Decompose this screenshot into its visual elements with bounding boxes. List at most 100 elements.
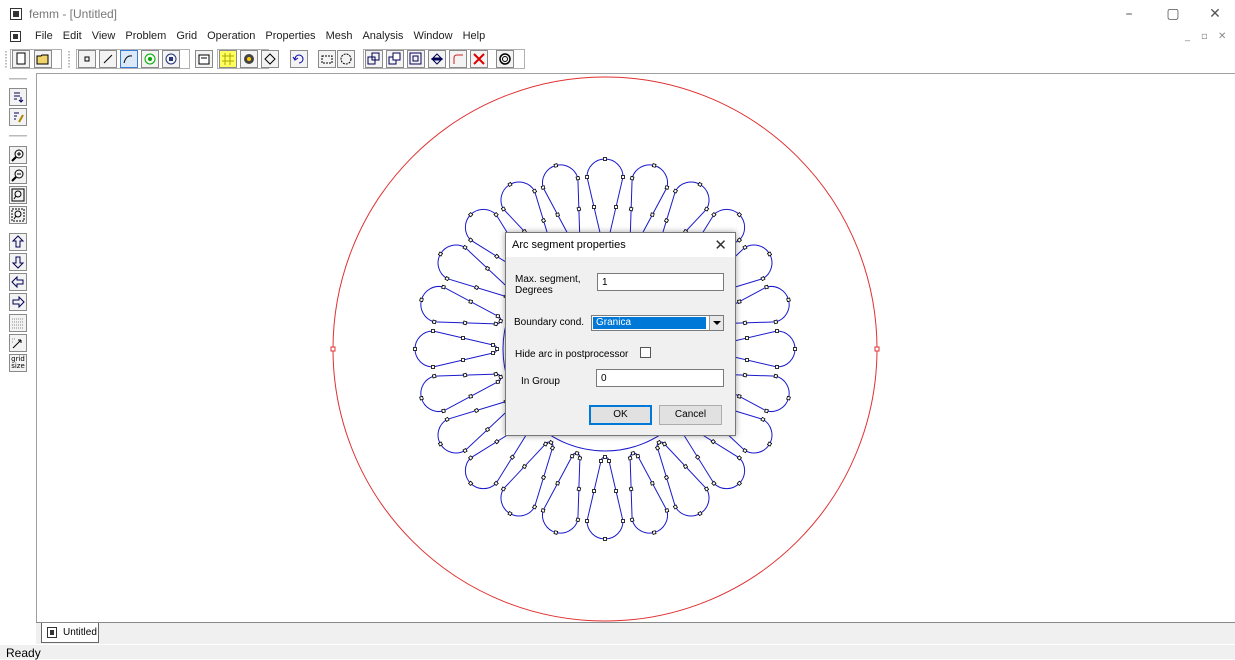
- document-tab[interactable]: Untitled: [41, 623, 99, 643]
- geometry-node: [654, 445, 661, 451]
- menu-operation[interactable]: Operation: [202, 30, 260, 42]
- geometry-node: [553, 163, 559, 168]
- menu-mesh[interactable]: Mesh: [321, 30, 358, 42]
- geometry-node: [419, 297, 424, 303]
- geometry-node: [431, 373, 437, 379]
- undo-icon[interactable]: [290, 50, 308, 68]
- grid-icon[interactable]: [219, 50, 237, 68]
- boundary-icon[interactable]: [261, 50, 279, 68]
- geometry-node: [585, 175, 589, 179]
- mesh-icon[interactable]: [496, 50, 514, 68]
- geometry-node: [473, 284, 480, 291]
- zoom-natural-icon[interactable]: [9, 186, 27, 204]
- max-segment-field[interactable]: 1: [597, 273, 724, 291]
- mdi-close-button[interactable]: ✕: [1218, 31, 1226, 42]
- pan-left-icon[interactable]: [9, 273, 27, 291]
- copy-icon[interactable]: [365, 50, 383, 68]
- dialog-title-bar[interactable]: Arc segment properties ✕: [506, 233, 735, 257]
- toolbar-grip[interactable]: [9, 78, 27, 80]
- toolbar-grip[interactable]: [5, 51, 7, 69]
- geometry-node: [663, 474, 670, 481]
- select-box-icon[interactable]: [318, 50, 336, 68]
- materials-icon[interactable]: [240, 50, 258, 68]
- scale-icon[interactable]: [407, 50, 425, 68]
- menu-grid[interactable]: Grid: [171, 30, 202, 42]
- geometry-node: [786, 395, 791, 401]
- app-icon[interactable]: [10, 8, 22, 20]
- segment-mode-icon[interactable]: [99, 50, 117, 68]
- zoom-out-icon[interactable]: [9, 166, 27, 184]
- geometry-node: [603, 157, 607, 161]
- menu-analysis[interactable]: Analysis: [357, 30, 408, 42]
- hide-arc-label: Hide arc in postprocessor: [515, 349, 629, 360]
- geometry-node: [461, 336, 465, 340]
- stator-slot: [413, 329, 499, 369]
- pan-down-icon[interactable]: [9, 253, 27, 271]
- hide-arc-checkbox[interactable]: [640, 347, 651, 358]
- arc-segment-mode-icon[interactable]: [120, 50, 138, 68]
- mdi-restore-button[interactable]: ▫: [1201, 31, 1208, 42]
- group-mode-icon[interactable]: [162, 50, 180, 68]
- dialog-close-icon[interactable]: ✕: [714, 236, 727, 254]
- slot-outline: [629, 452, 668, 534]
- geometry-node: [664, 185, 670, 190]
- menu-help[interactable]: Help: [458, 30, 491, 42]
- geometry-node: [576, 486, 582, 492]
- document-icon[interactable]: [10, 31, 21, 42]
- show-mesh-icon[interactable]: [9, 88, 27, 106]
- node-mode-icon[interactable]: [78, 50, 96, 68]
- new-file-icon[interactable]: [12, 50, 30, 68]
- show-grid-icon[interactable]: [9, 314, 27, 332]
- menu-view[interactable]: View: [87, 30, 121, 42]
- geometry-node: [540, 217, 547, 224]
- geometry-node: [491, 351, 495, 355]
- geometry-node: [431, 329, 435, 333]
- close-button[interactable]: ✕: [1201, 4, 1229, 24]
- select-circle-icon[interactable]: [337, 50, 355, 68]
- geometry-node: [575, 175, 581, 181]
- pan-up-icon[interactable]: [9, 233, 27, 251]
- geometry-node: [431, 365, 435, 369]
- menu-problem[interactable]: Problem: [120, 30, 171, 42]
- geometry-node: [495, 379, 501, 385]
- geometry-node: [498, 374, 504, 380]
- menu-properties[interactable]: Properties: [260, 30, 320, 42]
- snap-grid-icon[interactable]: [9, 334, 27, 352]
- slot-outline: [420, 286, 502, 325]
- geometry-node: [574, 450, 580, 456]
- menu-edit[interactable]: Edit: [58, 30, 87, 42]
- cancel-button[interactable]: Cancel: [659, 405, 722, 425]
- chevron-down-icon[interactable]: [709, 316, 723, 330]
- document-tab-bar: Untitled: [36, 622, 1235, 644]
- geometry-node: [629, 517, 635, 523]
- pan-right-icon[interactable]: [9, 293, 27, 311]
- mdi-minimize-button[interactable]: _: [1185, 31, 1190, 42]
- show-names-icon[interactable]: [9, 108, 27, 126]
- ok-button[interactable]: OK: [589, 405, 652, 425]
- grid-size-label-2: size: [11, 362, 25, 370]
- fillet-icon[interactable]: [449, 50, 467, 68]
- document-icon: [47, 627, 57, 638]
- grid-size-button[interactable]: grid size: [9, 354, 27, 372]
- properties-icon[interactable]: [195, 50, 213, 68]
- open-folder-icon[interactable]: [34, 50, 52, 68]
- block-label-mode-icon[interactable]: [141, 50, 159, 68]
- zoom-in-icon[interactable]: [9, 146, 27, 164]
- boundary-node: [874, 346, 880, 352]
- minimize-button[interactable]: –: [1115, 4, 1143, 24]
- slot-outline: [420, 373, 502, 412]
- geometry-node: [742, 320, 748, 326]
- maximize-button[interactable]: ▢: [1159, 4, 1187, 24]
- boundary-cond-select[interactable]: Granica: [591, 315, 724, 331]
- geometry-node: [773, 373, 779, 379]
- zoom-window-icon[interactable]: [9, 206, 27, 224]
- delete-icon[interactable]: [470, 50, 488, 68]
- geometry-node: [614, 205, 618, 209]
- menu-window[interactable]: Window: [408, 30, 457, 42]
- menu-file[interactable]: File: [30, 30, 58, 42]
- move-icon[interactable]: [386, 50, 404, 68]
- mirror-icon[interactable]: [428, 50, 446, 68]
- in-group-field[interactable]: 0: [596, 369, 724, 387]
- geometry-node: [775, 365, 779, 369]
- geometry-node: [441, 408, 446, 414]
